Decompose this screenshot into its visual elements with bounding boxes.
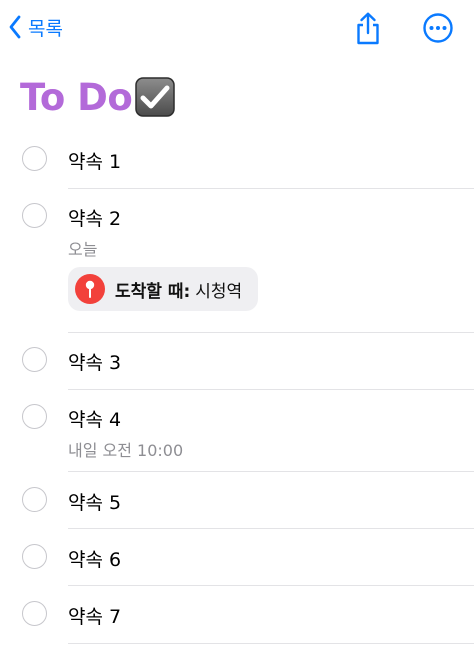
- reminder-date: 오늘: [68, 240, 98, 259]
- share-button[interactable]: [350, 10, 386, 46]
- divider: [68, 389, 474, 390]
- divider: [68, 332, 474, 333]
- list-title-text: To Do: [20, 75, 133, 119]
- complete-toggle[interactable]: [22, 404, 47, 429]
- back-label: 목록: [28, 17, 63, 40]
- complete-toggle[interactable]: [22, 203, 47, 228]
- divider: [68, 528, 474, 529]
- reminder-date: 내일 오전 10:00: [68, 441, 184, 460]
- ellipsis-circle-icon: [420, 10, 456, 46]
- complete-toggle[interactable]: [22, 347, 47, 372]
- reminder-title[interactable]: 약속 1: [68, 147, 121, 174]
- reminder-title[interactable]: 약속 5: [68, 488, 121, 515]
- divider: [68, 585, 474, 586]
- reminder-title[interactable]: 약속 4: [68, 405, 121, 432]
- divider: [68, 643, 474, 644]
- chevron-left-icon: [8, 15, 22, 39]
- complete-toggle[interactable]: [22, 601, 47, 626]
- location-trigger-label: 도착할 때:: [115, 281, 191, 302]
- navigation-bar: 목록: [0, 0, 474, 56]
- complete-toggle[interactable]: [22, 146, 47, 171]
- location-chip[interactable]: 도착할 때: 시청역: [68, 267, 259, 311]
- reminder-title[interactable]: 약속 2: [68, 204, 121, 231]
- divider: [68, 188, 474, 189]
- check-box-icon: [134, 76, 176, 118]
- location-name: 시청역: [195, 281, 243, 302]
- complete-toggle[interactable]: [22, 487, 47, 512]
- more-button[interactable]: [420, 10, 456, 46]
- location-pin-icon: [75, 274, 105, 304]
- reminder-title[interactable]: 약속 7: [68, 602, 121, 629]
- share-icon: [350, 10, 386, 46]
- reminder-title[interactable]: 약속 6: [68, 545, 121, 572]
- list-title: To Do: [20, 72, 176, 122]
- reminder-title[interactable]: 약속 3: [68, 348, 121, 375]
- back-button[interactable]: 목록: [8, 12, 63, 42]
- complete-toggle[interactable]: [22, 544, 47, 569]
- divider: [68, 471, 474, 472]
